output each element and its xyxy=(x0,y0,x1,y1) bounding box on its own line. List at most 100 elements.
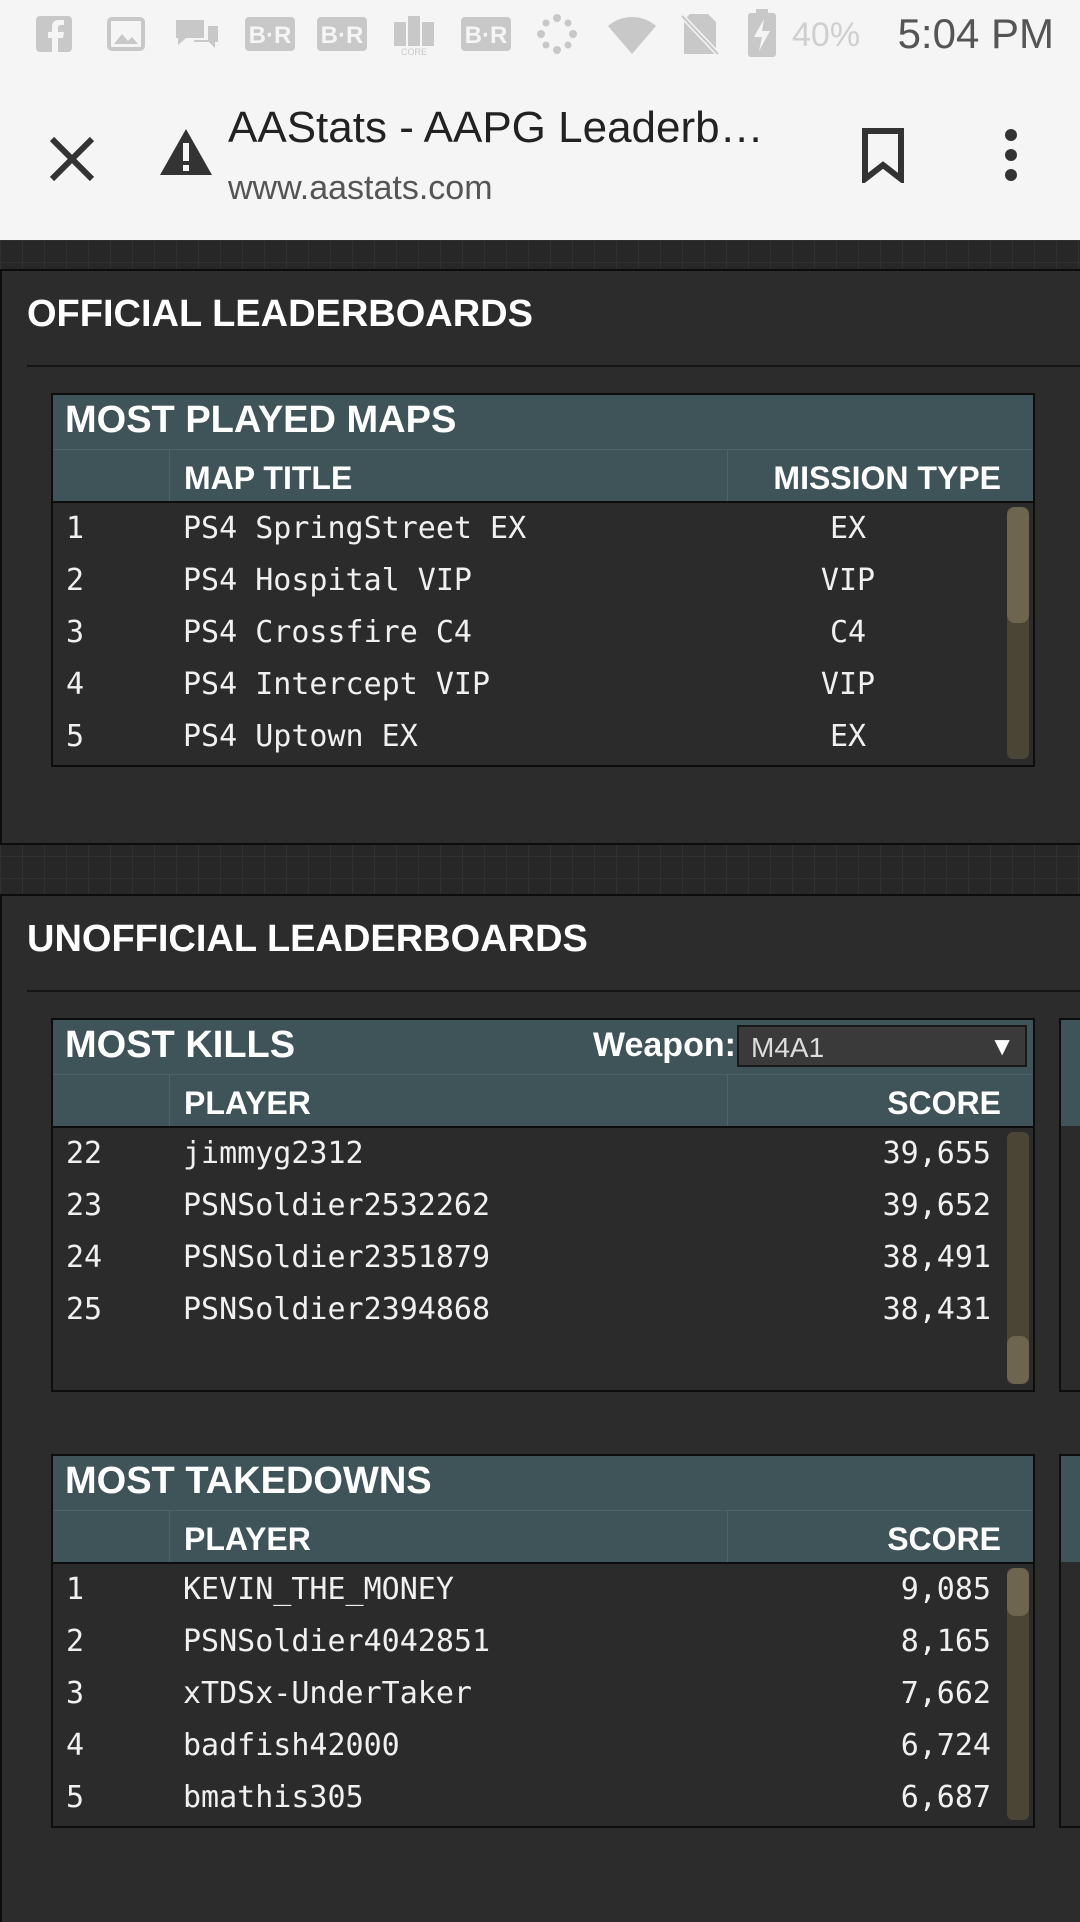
table-row[interactable]: 3 PS4 Crossfire C4 C4 xyxy=(53,607,1033,659)
player-column-header[interactable]: PLAYER xyxy=(184,1521,311,1558)
b-r-icon: B·R xyxy=(244,12,296,56)
mission-type-cell: EX xyxy=(829,719,867,754)
player-cell: KEVIN_THE_MONEY xyxy=(183,1572,454,1607)
table-row[interactable]: 23 PSNSoldier2532262 39,652 xyxy=(53,1180,1033,1232)
bookmark-icon[interactable] xyxy=(860,127,906,188)
status-bar: B·R B·R CORE B·R 40% 5:04 PM xyxy=(0,0,1080,75)
scrollbar[interactable] xyxy=(1007,507,1029,759)
svg-text:B·R: B·R xyxy=(321,22,364,49)
score-cell: 6,687 xyxy=(900,1780,991,1815)
column-divider xyxy=(727,450,728,502)
column-divider xyxy=(727,1075,728,1127)
divider xyxy=(27,365,1080,367)
url-text[interactable]: www.aastats.com xyxy=(228,169,493,208)
table-row[interactable]: 1 KEVIN_THE_MONEY 9,085 xyxy=(53,1564,1033,1616)
map-cell: PS4 Uptown EX xyxy=(183,719,418,754)
weapon-select[interactable]: M4A1 ▼ xyxy=(737,1025,1027,1067)
board-header: MOST TAKEDOWNS PLAYER SCORE xyxy=(53,1456,1033,1563)
divider xyxy=(27,990,1080,992)
player-cell: badfish42000 xyxy=(183,1728,400,1763)
svg-text:B·R: B·R xyxy=(465,22,508,49)
mission-type-cell: C4 xyxy=(829,615,867,650)
scrollbar-thumb[interactable] xyxy=(1007,507,1029,623)
player-cell: jimmyg2312 xyxy=(183,1136,364,1171)
table-row[interactable]: 25 PSNSoldier2394868 38,431 xyxy=(53,1284,1033,1336)
column-headers: MAP TITLE MISSION TYPE xyxy=(53,449,1033,502)
rank-cell: 2 xyxy=(66,563,85,598)
table-row[interactable]: 3 xTDSx-UnderTaker 7,662 xyxy=(53,1668,1033,1720)
wifi-icon xyxy=(606,12,658,56)
player-cell: PSNSoldier4042851 xyxy=(183,1624,491,1659)
mission-type-column-header[interactable]: MISSION TYPE xyxy=(773,460,1001,497)
table-row[interactable]: 24 PSNSoldier2351879 38,491 xyxy=(53,1232,1033,1284)
table-row[interactable]: 4 PS4 Intercept VIP VIP xyxy=(53,659,1033,711)
b-r-icon: B·R xyxy=(316,12,368,56)
mission-type-cell: EX xyxy=(829,511,867,546)
kills-table-body: 22 jimmyg2312 39,655 23 PSNSoldier253226… xyxy=(53,1126,1033,1388)
rank-column-header xyxy=(53,1511,170,1563)
scrollbar[interactable] xyxy=(1007,1132,1029,1384)
rank-cell: 4 xyxy=(66,667,85,702)
player-cell: bmathis305 xyxy=(183,1780,364,1815)
column-headers: PLAYER SCORE xyxy=(53,1074,1033,1127)
player-cell: xTDSx-UnderTaker xyxy=(183,1676,472,1711)
rank-cell: 2 xyxy=(66,1624,85,1659)
most-played-maps-board: MOST PLAYED MAPS MAP TITLE MISSION TYPE … xyxy=(51,393,1035,767)
section-heading: OFFICIAL LEADERBOARDS xyxy=(27,293,533,335)
battery-percent: 40% xyxy=(792,16,861,54)
column-divider xyxy=(727,1511,728,1563)
more-vert-icon[interactable] xyxy=(1000,127,1022,188)
rank-cell: 5 xyxy=(66,719,85,754)
rank-cell: 5 xyxy=(66,1780,85,1815)
core-icon: CORE xyxy=(388,12,440,56)
dots-icon xyxy=(535,12,579,56)
table-row[interactable]: 2 PS4 Hospital VIP VIP xyxy=(53,555,1033,607)
board-title: MOST PLAYED MAPS xyxy=(65,399,457,441)
most-takedowns-board: MOST TAKEDOWNS PLAYER SCORE 1 KEVIN_THE_… xyxy=(51,1454,1035,1828)
section-heading: UNOFFICIAL LEADERBOARDS xyxy=(27,918,588,960)
column-headers: PLAYER SCORE xyxy=(53,1510,1033,1563)
table-row[interactable]: 1 PS4 SpringStreet EX EX xyxy=(53,503,1033,555)
battery-charging-icon xyxy=(746,9,778,57)
rank-cell: 1 xyxy=(66,511,85,546)
scrollbar-thumb[interactable] xyxy=(1007,1568,1029,1616)
maps-table-body: 1 PS4 SpringStreet EX EX 2 PS4 Hospital … xyxy=(53,501,1033,763)
score-cell: 6,724 xyxy=(900,1728,991,1763)
score-cell: 38,491 xyxy=(882,1240,991,1275)
close-icon[interactable] xyxy=(44,131,100,192)
score-cell: 9,085 xyxy=(900,1572,991,1607)
takedowns-table-body: 1 KEVIN_THE_MONEY 9,085 2 PSNSoldier4042… xyxy=(53,1562,1033,1824)
map-title-column-header[interactable]: MAP TITLE xyxy=(184,460,352,497)
player-cell: PSNSoldier2532262 xyxy=(183,1188,491,1223)
table-row[interactable]: 2 PSNSoldier4042851 8,165 xyxy=(53,1616,1033,1668)
scrollbar[interactable] xyxy=(1007,1568,1029,1820)
rank-column-header xyxy=(53,1075,170,1127)
table-row[interactable]: 5 PS4 Uptown EX EX xyxy=(53,711,1033,763)
rank-cell: 4 xyxy=(66,1728,85,1763)
table-row[interactable]: 4 badfish42000 6,724 xyxy=(53,1720,1033,1772)
score-column-header[interactable]: SCORE xyxy=(887,1085,1001,1122)
clock: 5:04 PM xyxy=(897,10,1054,57)
rank-cell: 22 xyxy=(66,1136,103,1171)
score-cell: 38,431 xyxy=(882,1292,991,1327)
most-kills-board: MOST KILLS Weapon: M4A1 ▼ PLAYER SCORE 2… xyxy=(51,1018,1035,1392)
svg-text:B·R: B·R xyxy=(249,22,292,49)
table-row[interactable]: 5 bmathis305 6,687 xyxy=(53,1772,1033,1824)
facebook-icon xyxy=(34,12,74,56)
rank-cell: 1 xyxy=(66,1572,85,1607)
weapon-label: Weapon: xyxy=(593,1026,736,1064)
rank-cell: 24 xyxy=(66,1240,103,1275)
b-r-icon: B·R xyxy=(460,12,512,56)
warning-icon[interactable] xyxy=(158,127,214,182)
rank-column-header xyxy=(53,450,170,502)
score-column-header[interactable]: SCORE xyxy=(887,1521,1001,1558)
adjacent-board-peek xyxy=(1059,1454,1080,1828)
table-row[interactable]: 22 jimmyg2312 39,655 xyxy=(53,1128,1033,1180)
mission-type-cell: VIP xyxy=(820,667,876,702)
official-leaderboards-section: OFFICIAL LEADERBOARDS MOST PLAYED MAPS M… xyxy=(0,269,1080,845)
chat-icon xyxy=(172,12,222,56)
scrollbar-thumb[interactable] xyxy=(1007,1336,1029,1384)
board-header: MOST KILLS Weapon: M4A1 ▼ PLAYER SCORE xyxy=(53,1020,1033,1127)
player-column-header[interactable]: PLAYER xyxy=(184,1085,311,1122)
no-sim-icon xyxy=(680,12,720,56)
